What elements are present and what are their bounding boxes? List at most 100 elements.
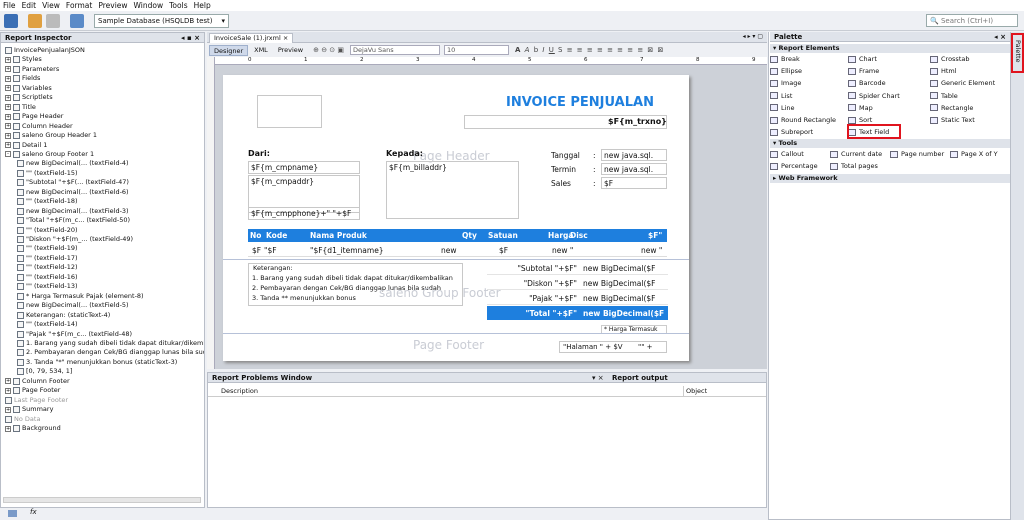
close-icon[interactable]: ◂ ▪ ×: [181, 33, 200, 43]
palette-break[interactable]: Break: [770, 54, 800, 64]
expand-icon[interactable]: +: [5, 132, 11, 139]
palette-page-x-of-y[interactable]: Page X of Y: [950, 149, 998, 159]
section-web-framework[interactable]: ▸ Web Framework: [770, 174, 1010, 183]
font-family-select[interactable]: DejaVu Sans: [350, 45, 441, 55]
tree-item[interactable]: + Column Footer: [5, 377, 70, 386]
palette-side-tab[interactable]: Palette: [1011, 32, 1024, 520]
expand-icon[interactable]: +: [5, 406, 11, 413]
save-icon[interactable]: [4, 13, 18, 28]
summary-row[interactable]: "Total "+$F" new BigDecimal($F: [487, 306, 668, 320]
tree-item[interactable]: Last Page Footer: [5, 396, 68, 405]
tree-item[interactable]: + Summary: [5, 405, 53, 414]
horizontal-scrollbar[interactable]: [3, 497, 201, 503]
tab-report-output[interactable]: Report output: [612, 373, 668, 383]
tree-item[interactable]: 3. Tanda "*" menunjukkan bonus (staticTe…: [17, 358, 177, 367]
info-label[interactable]: Termin: [551, 165, 576, 174]
palette-line[interactable]: Line: [770, 103, 795, 113]
tree-item[interactable]: + Title: [5, 103, 36, 112]
detail-row[interactable]: $F "$F "$F{d1_itemname} new $F new " new ": [248, 243, 667, 257]
logo-frame[interactable]: [257, 95, 322, 128]
expand-icon[interactable]: +: [5, 75, 11, 82]
redo-icon[interactable]: [46, 13, 60, 28]
tree-item[interactable]: * Harga Termasuk Pajak (element-8): [17, 292, 144, 301]
detail-field[interactable]: $F: [499, 246, 508, 255]
palette-callout[interactable]: Callout: [770, 149, 804, 159]
tab-designer[interactable]: Designer: [209, 44, 249, 56]
tree-item[interactable]: + Background: [5, 424, 61, 433]
tree-item[interactable]: "Pajak "+$F(m_c... (textField-48): [17, 330, 132, 339]
tree-item[interactable]: new BigDecimal(... (textField-5): [17, 301, 129, 310]
note-line[interactable]: 1. Barang yang sudah dibeli tidak dapat …: [252, 274, 453, 282]
grid-icon[interactable]: [8, 510, 17, 517]
tab-nav-icon[interactable]: ◂ ▸ ▾ ▢: [743, 33, 763, 40]
expand-icon[interactable]: +: [5, 123, 11, 130]
summary-row[interactable]: "Pajak "+$F" new BigDecimal($F: [487, 291, 668, 305]
tree-item[interactable]: new BigDecimal(... (textField-3): [17, 207, 129, 216]
column-header[interactable]: $F": [648, 231, 662, 240]
detail-field[interactable]: new: [441, 246, 457, 255]
tree-item[interactable]: "" (textField-16): [17, 273, 78, 282]
menu-item-0[interactable]: File: [3, 1, 16, 10]
tree-item[interactable]: + Page Header: [5, 112, 63, 121]
expand-icon[interactable]: +: [5, 66, 11, 73]
tree-item[interactable]: + Page Footer: [5, 386, 60, 395]
menu-item-3[interactable]: Format: [66, 1, 92, 10]
tree-item[interactable]: + Column Header: [5, 122, 73, 131]
detail-field[interactable]: $F: [252, 246, 261, 255]
tab-report-problems[interactable]: Report Problems Window: [212, 374, 312, 382]
palette-current-date[interactable]: Current date: [830, 149, 882, 159]
col-object[interactable]: Object: [683, 386, 707, 397]
tree-item[interactable]: "Total "+$F(m_c... (textField-50): [17, 216, 130, 225]
tree-item[interactable]: "" (textField-19): [17, 244, 78, 253]
tree-item[interactable]: "" (textField-13): [17, 282, 78, 291]
search-input[interactable]: 🔍 Search (Ctrl+I): [926, 14, 1018, 27]
undo-icon[interactable]: [28, 13, 42, 28]
tree-item[interactable]: + Parameters: [5, 65, 59, 74]
expand-icon[interactable]: +: [5, 378, 11, 385]
info-label[interactable]: Tanggal: [551, 151, 580, 160]
close-icon[interactable]: ×: [283, 34, 288, 42]
palette-round-rectangle[interactable]: Round Rectangle: [770, 115, 836, 125]
tree-item[interactable]: InvoicePenjualanJSON: [5, 46, 85, 55]
detail-field[interactable]: new ": [552, 246, 573, 255]
menu-item-1[interactable]: Edit: [22, 1, 37, 10]
palette-page-number[interactable]: Page number: [890, 149, 944, 159]
report-title[interactable]: INVOICE PENJUALAN: [506, 95, 654, 110]
detail-field[interactable]: new ": [641, 246, 662, 255]
expand-icon[interactable]: -: [5, 151, 11, 158]
palette-rectangle[interactable]: Rectangle: [930, 103, 973, 113]
palette-ellipse[interactable]: Ellipse: [770, 66, 802, 76]
palette-static-text[interactable]: Static Text: [930, 115, 975, 125]
close-icon[interactable]: ◂ ×: [994, 32, 1006, 42]
menu-item-7[interactable]: Help: [194, 1, 211, 10]
tree-item[interactable]: 2. Pembayaran dengan Cek/BG dianggap lun…: [17, 348, 204, 357]
tree-item[interactable]: - saleno Group Footer 1: [5, 150, 94, 159]
palette-barcode[interactable]: Barcode: [848, 78, 886, 88]
section-tools[interactable]: ▾ Tools: [770, 139, 1010, 148]
format-icons[interactable]: A A b I U S ≡ ≡ ≡ ≡ ≡ ≡ ≡ ≡ ⊠ ⊠: [515, 46, 664, 54]
column-header[interactable]: No: [250, 231, 261, 240]
detail-field[interactable]: "$F: [264, 246, 277, 255]
palette-crosstab[interactable]: Crosstab: [930, 54, 969, 64]
tree-item[interactable]: + saleno Group Header 1: [5, 131, 97, 140]
palette-frame[interactable]: Frame: [848, 66, 879, 76]
summary-row[interactable]: "Subtotal "+$F" new BigDecimal($F: [487, 261, 668, 275]
palette-list[interactable]: List: [770, 91, 792, 101]
tab-xml[interactable]: XML: [250, 45, 272, 56]
design-canvas[interactable]: INVOICE PENJUALAN $F{m_trxno} Page Heade…: [215, 65, 767, 369]
tab-invoicesale[interactable]: InvoiceSale (1).jrxml ×: [209, 33, 294, 43]
tree-item[interactable]: "" (textField-18): [17, 197, 78, 206]
tree-item[interactable]: "" (textField-14): [17, 320, 78, 329]
database-select[interactable]: Sample Database (HSQLDB test) ▾: [94, 13, 229, 28]
expand-icon[interactable]: +: [5, 142, 11, 148]
column-header[interactable]: Disc: [570, 231, 588, 240]
tree-item[interactable]: "Diskon "+$F(m_... (textField-49): [17, 235, 133, 244]
expand-icon[interactable]: +: [5, 94, 11, 101]
summary-row[interactable]: "Diskon "+$F" new BigDecimal($F: [487, 276, 668, 290]
expand-icon[interactable]: +: [5, 425, 11, 432]
palette-subreport[interactable]: Subreport: [770, 127, 813, 137]
column-header[interactable]: Satuan: [488, 231, 518, 240]
tab-preview[interactable]: Preview: [274, 45, 307, 56]
menu-item-2[interactable]: View: [42, 1, 60, 10]
expand-icon[interactable]: +: [5, 56, 11, 63]
